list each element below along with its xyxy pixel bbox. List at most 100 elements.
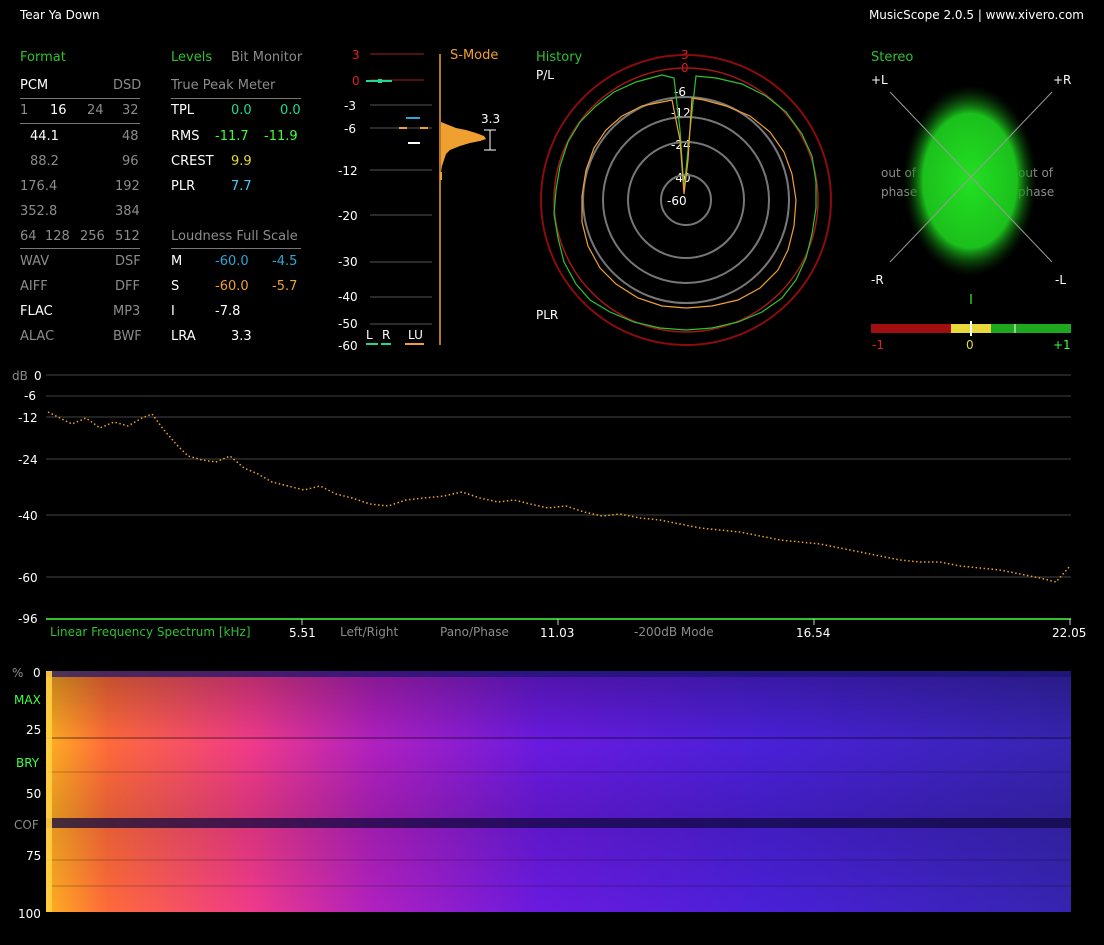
meter-tick-m30: -30	[338, 255, 358, 269]
history-header: History	[536, 50, 583, 65]
history-ring-m12: -12	[671, 106, 691, 120]
file-alac: ALAC	[20, 329, 55, 344]
history-ring-3: 3	[681, 48, 689, 62]
rms-right: -11.9	[264, 129, 298, 144]
meter-tick-m40: -40	[338, 290, 358, 304]
pct-tick-100: 100	[18, 907, 41, 921]
lra-readout: 3.3	[481, 112, 501, 126]
rate-48: 48	[122, 129, 139, 144]
meter-tick-m20: -20	[338, 209, 358, 223]
momentary-value: -60.0	[215, 254, 249, 269]
tpl-right: 0.0	[280, 103, 301, 118]
s-mode-toggle[interactable]: S-Mode	[450, 48, 498, 63]
plr-value: 7.7	[231, 179, 252, 194]
format-header: Format	[20, 50, 66, 65]
window-title: Tear Ya Down	[20, 8, 100, 22]
dsd-256: 256	[80, 229, 105, 244]
app-info: MusicScope 2.0.5 | www.xivero.com	[868, 8, 1084, 22]
freq-tick-22: 22.05	[1052, 626, 1087, 640]
loudness-header: Loudness Full Scale	[171, 229, 298, 244]
out-of-phase-right: out of phase	[1018, 166, 1055, 199]
bits-divider	[20, 123, 140, 124]
file-flac: FLAC	[20, 304, 53, 319]
max-marker[interactable]: MAX	[14, 693, 41, 707]
meter-tick-m50: -50	[338, 317, 358, 331]
plr-label: PLR	[171, 179, 196, 194]
file-dff: DFF	[115, 279, 140, 294]
pct-tick-75: 75	[26, 849, 42, 863]
stereo-minus-l: -L	[1055, 273, 1067, 287]
pcm-label[interactable]: PCM	[20, 78, 48, 93]
format-divider	[20, 98, 140, 99]
left-right-option[interactable]: Left/Right	[340, 625, 398, 639]
pano-phase-option[interactable]: Pano/Phase	[440, 625, 509, 639]
history-plr-label: PLR	[536, 308, 559, 322]
lra-value: 3.3	[231, 329, 252, 344]
corr-zero: 0	[966, 338, 974, 352]
tab-levels[interactable]: Levels	[171, 50, 212, 65]
history-ring-m6: -6	[674, 85, 686, 99]
bry-marker[interactable]: BRY	[16, 756, 39, 770]
db-tick-0: 0	[34, 369, 42, 383]
db-tick-m96: -96	[18, 612, 38, 626]
bit-32: 32	[122, 103, 139, 118]
true-peak-header: True Peak Meter	[171, 78, 276, 93]
dsd-128: 128	[45, 229, 70, 244]
tpl-left: 0.0	[231, 103, 252, 118]
meter-tick-0: 0	[352, 74, 360, 88]
lra-label: LRA	[171, 329, 196, 344]
spectrogram	[46, 671, 1071, 912]
db-tick-m12: -12	[18, 411, 38, 425]
spectrum-mode-label[interactable]: Linear Frequency Spectrum [kHz]	[50, 625, 251, 639]
stereo-header: Stereo	[871, 50, 914, 65]
integrated-value: -7.8	[215, 304, 241, 319]
rate-176: 176.4	[20, 179, 58, 194]
bit-16: 16	[50, 103, 67, 118]
out-of-phase-left: out of phase	[881, 166, 918, 199]
bit-24: 24	[87, 103, 104, 118]
history-pl-label: P/L	[536, 68, 554, 82]
cof-marker[interactable]: COF	[14, 818, 39, 832]
db200-mode-option[interactable]: -200dB Mode	[634, 625, 714, 639]
stereo-plus-r: +R	[1053, 73, 1072, 87]
freq-tick-11: 11.03	[540, 626, 575, 640]
pct-tick-25: 25	[26, 723, 42, 737]
db-tick-m6: -6	[24, 389, 36, 403]
short-term-value: -60.0	[215, 279, 249, 294]
dsd-divider	[20, 248, 140, 249]
meter-graphics	[366, 53, 496, 345]
graphics-layer	[46, 53, 1071, 912]
short-term-max: -5.7	[272, 279, 298, 294]
meter-tick-3: 3	[352, 48, 360, 62]
file-wav: WAV	[20, 254, 50, 269]
file-bwf: BWF	[113, 329, 142, 344]
spectrum-graph	[46, 374, 1071, 625]
channel-left-label: L	[366, 328, 373, 342]
rms-left: -11.7	[215, 129, 249, 144]
freq-tick-5: 5.51	[289, 626, 316, 640]
meter-tick-m6: -6	[344, 122, 356, 136]
dsd-64: 64	[20, 229, 37, 244]
meter-tick-m60: -60	[338, 339, 358, 353]
tpm-divider	[171, 98, 301, 99]
channel-right-label: R	[382, 328, 391, 342]
file-dsf: DSF	[115, 254, 141, 269]
history-ring-m40: -40	[671, 171, 691, 185]
db-tick-m40: -40	[18, 509, 38, 523]
rate-96: 96	[122, 154, 139, 169]
pct-tick-0: 0	[33, 666, 41, 680]
momentary-max: -4.5	[272, 254, 298, 269]
momentary-label: M	[171, 254, 183, 269]
channel-lu-label: LU	[408, 328, 423, 342]
dsd-512: 512	[115, 229, 140, 244]
db-tick-m24: -24	[18, 453, 38, 467]
freq-tick-16: 16.54	[796, 626, 831, 640]
history-ring-m60: -60	[667, 194, 687, 208]
tab-bit-monitor[interactable]: Bit Monitor	[231, 50, 302, 65]
crest-label: CREST	[171, 154, 214, 169]
dsd-label[interactable]: DSD	[113, 78, 141, 93]
db-tick-m60: -60	[18, 571, 38, 585]
corr-minus-one: -1	[872, 338, 884, 352]
short-term-label: S	[171, 279, 180, 294]
integrated-label: I	[171, 304, 175, 319]
